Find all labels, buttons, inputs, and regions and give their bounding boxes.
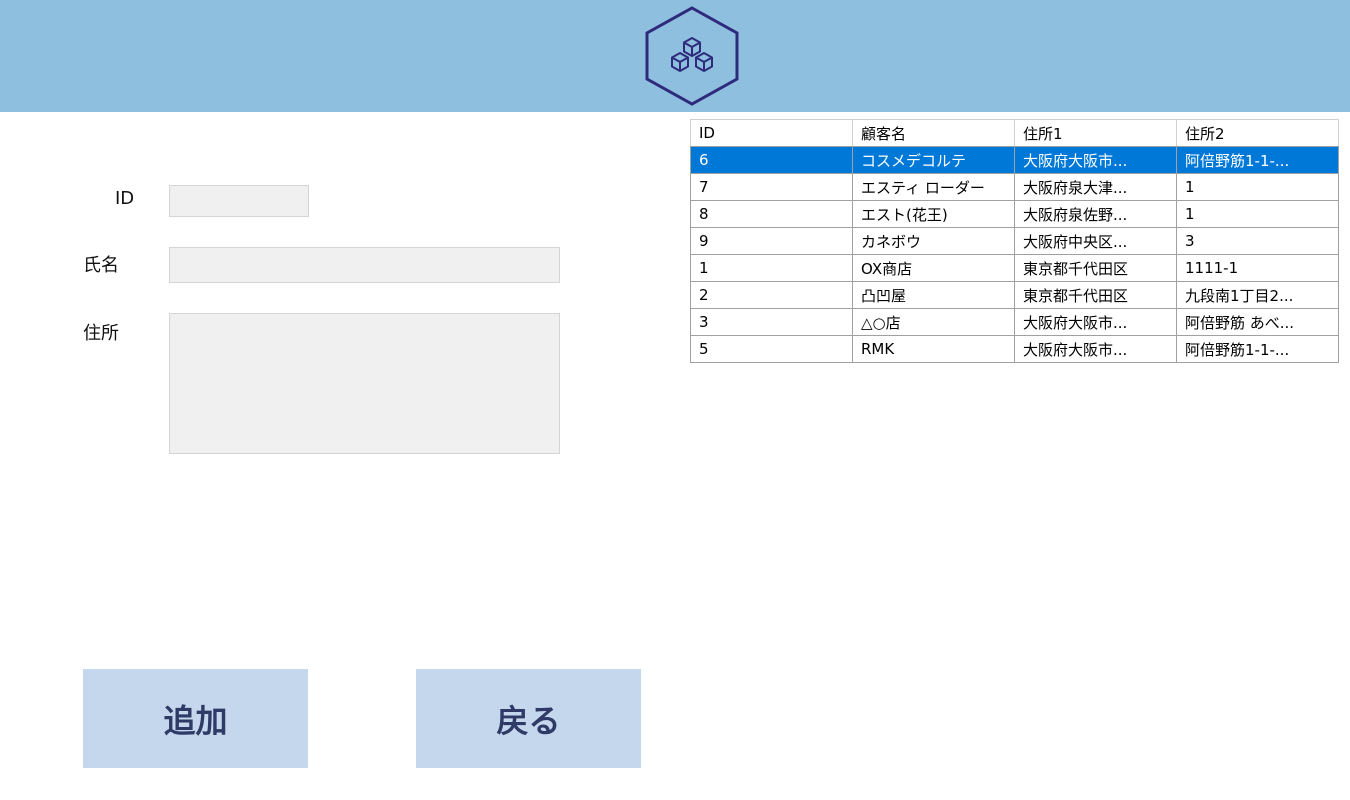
cell-address1[interactable]: 東京都千代田区 (1014, 254, 1177, 282)
cell-address2[interactable]: 阿倍野筋 あべ... (1176, 308, 1339, 336)
cell-customer-name[interactable]: 凸凹屋 (852, 281, 1015, 309)
cell-id[interactable]: 7 (690, 173, 853, 201)
cell-address1[interactable]: 大阪府中央区... (1014, 227, 1177, 255)
cell-id[interactable]: 9 (690, 227, 853, 255)
add-button[interactable]: 追加 (83, 669, 308, 768)
customer-form-window: ID 氏名 住所 ID 顧客名 住所1 住所2 6 コスメデコルテ 大阪府大阪市… (0, 0, 1350, 800)
table-row[interactable]: 6 コスメデコルテ 大阪府大阪市... 阿倍野筋1-1-... (690, 146, 1339, 174)
table-row[interactable]: 5 RMK 大阪府大阪市... 阿倍野筋1-1-... (690, 335, 1339, 363)
id-label: ID (115, 188, 135, 209)
cell-address1[interactable]: 大阪府大阪市... (1014, 146, 1177, 174)
cell-address2[interactable]: 1 (1176, 173, 1339, 201)
table-row[interactable]: 3 △○店 大阪府大阪市... 阿倍野筋 あべ... (690, 308, 1339, 336)
cell-customer-name[interactable]: △○店 (852, 308, 1015, 336)
cell-address1[interactable]: 東京都千代田区 (1014, 281, 1177, 309)
name-label: 氏名 (83, 255, 119, 276)
cell-address2[interactable]: 1 (1176, 200, 1339, 228)
cell-customer-name[interactable]: コスメデコルテ (852, 146, 1015, 174)
cell-customer-name[interactable]: RMK (852, 335, 1015, 363)
cell-address2[interactable]: 3 (1176, 227, 1339, 255)
column-header-address2[interactable]: 住所2 (1176, 119, 1339, 147)
cell-address1[interactable]: 大阪府大阪市... (1014, 335, 1177, 363)
column-header-address1[interactable]: 住所1 (1014, 119, 1177, 147)
customer-table: ID 顧客名 住所1 住所2 6 コスメデコルテ 大阪府大阪市... 阿倍野筋1… (690, 119, 1339, 363)
cubes-hexagon-icon (645, 6, 739, 106)
column-header-id[interactable]: ID (690, 119, 853, 147)
cell-customer-name[interactable]: エスティ ローダー (852, 173, 1015, 201)
cell-address1[interactable]: 大阪府大阪市... (1014, 308, 1177, 336)
cell-customer-name[interactable]: OX商店 (852, 254, 1015, 282)
table-row[interactable]: 8 エスト(花王) 大阪府泉佐野... 1 (690, 200, 1339, 228)
table-header-row: ID 顧客名 住所1 住所2 (690, 119, 1339, 147)
cell-id[interactable]: 6 (690, 146, 853, 174)
cell-customer-name[interactable]: エスト(花王) (852, 200, 1015, 228)
table-row[interactable]: 1 OX商店 東京都千代田区 1111-1 (690, 254, 1339, 282)
cell-address2[interactable]: 阿倍野筋1-1-... (1176, 335, 1339, 363)
cell-id[interactable]: 5 (690, 335, 853, 363)
back-button[interactable]: 戻る (416, 669, 641, 768)
cell-address1[interactable]: 大阪府泉佐野... (1014, 200, 1177, 228)
table-row[interactable]: 7 エスティ ローダー 大阪府泉大津... 1 (690, 173, 1339, 201)
header-bar (0, 0, 1350, 112)
cell-id[interactable]: 8 (690, 200, 853, 228)
cell-address2[interactable]: 阿倍野筋1-1-... (1176, 146, 1339, 174)
table-row[interactable]: 9 カネボウ 大阪府中央区... 3 (690, 227, 1339, 255)
name-field[interactable] (169, 247, 560, 283)
cell-customer-name[interactable]: カネボウ (852, 227, 1015, 255)
id-field[interactable] (169, 185, 309, 217)
table-row[interactable]: 2 凸凹屋 東京都千代田区 九段南1丁目2... (690, 281, 1339, 309)
cell-address2[interactable]: 九段南1丁目2... (1176, 281, 1339, 309)
address-field[interactable] (169, 313, 560, 454)
address-label: 住所 (83, 323, 119, 344)
cell-id[interactable]: 2 (690, 281, 853, 309)
cell-id[interactable]: 3 (690, 308, 853, 336)
cell-address1[interactable]: 大阪府泉大津... (1014, 173, 1177, 201)
cell-address2[interactable]: 1111-1 (1176, 254, 1339, 282)
cell-id[interactable]: 1 (690, 254, 853, 282)
column-header-customer-name[interactable]: 顧客名 (852, 119, 1015, 147)
